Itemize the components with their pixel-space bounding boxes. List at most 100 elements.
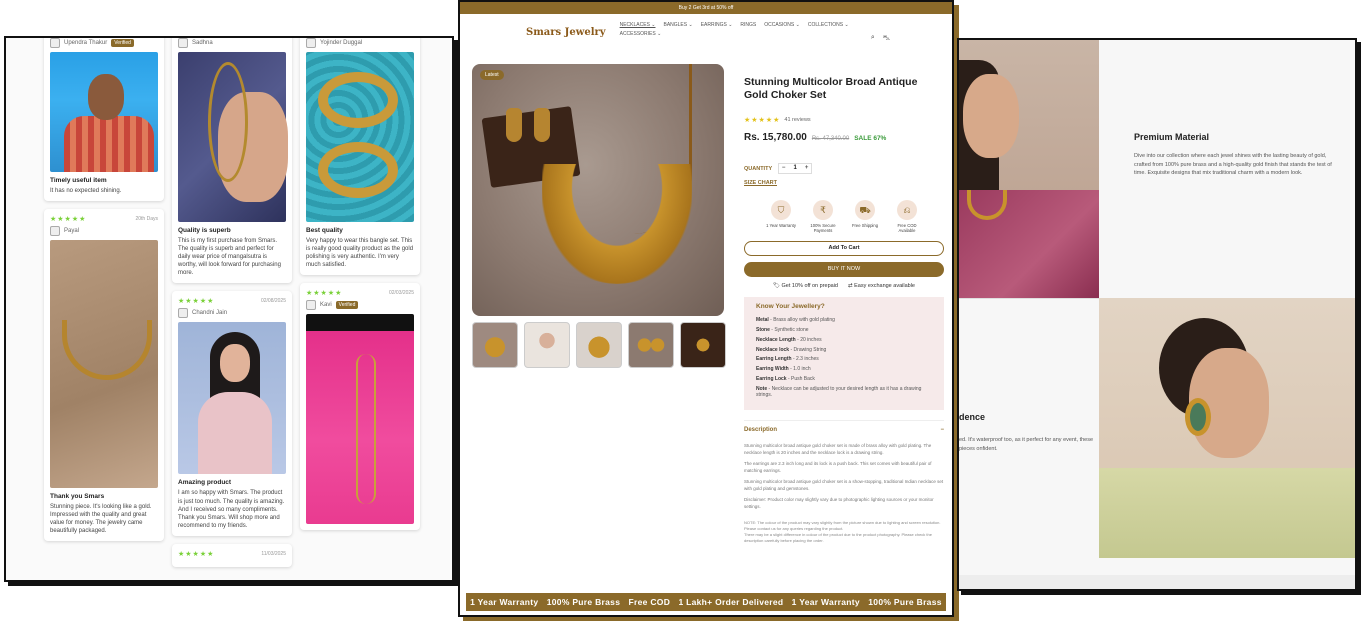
review-date: 11/03/2025 — [261, 550, 286, 557]
avatar — [50, 226, 60, 237]
announcement-bar[interactable]: Buy 2 Get 3rd at 50% off — [460, 2, 952, 14]
add-to-cart-button[interactable]: Add To Cart — [744, 241, 944, 257]
star-rating: ★★★★★ — [178, 298, 215, 306]
warranty-icon: ⛉ — [771, 200, 791, 221]
description-toggle[interactable]: Description − — [744, 420, 944, 433]
nav-item-necklaces[interactable]: NECKLACES ⌄ — [620, 22, 656, 28]
thumbnail[interactable] — [628, 322, 674, 368]
description-text: Stunning multicolor broad antique gold c… — [744, 443, 944, 509]
reviewer-name: Upendra Thakur — [64, 40, 108, 46]
review-title: Thank you Smars — [50, 493, 105, 501]
review-title: Best quality — [306, 227, 343, 234]
reviewer-name: Payal — [64, 228, 80, 235]
review-date: 20th Days — [135, 216, 158, 223]
product-main-image[interactable]: Latest — [472, 64, 724, 316]
review-column: Yojinder Duggal Best quality Very happy … — [300, 38, 420, 538]
sale-badge: SALE 67% — [854, 135, 887, 143]
trust-marquee: 1 Year Warranty 100% Pure Brass Free COD… — [466, 593, 946, 611]
model-photo-saree — [959, 40, 1099, 298]
thumbnail[interactable] — [472, 322, 518, 368]
reviewer-name: Yojinder Duggal — [320, 40, 363, 46]
section-heading: dence — [959, 412, 986, 422]
review-count-link[interactable]: 41 reviews — [784, 117, 810, 123]
shipping-icon: ⛟ — [855, 200, 875, 221]
avatar — [178, 308, 188, 319]
collapse-icon: − — [940, 427, 944, 434]
increase-button[interactable]: + — [802, 164, 811, 173]
sale-price: Rs. 15,780.00 — [744, 132, 807, 144]
size-chart-link[interactable]: SIZE CHART — [744, 180, 944, 186]
buy-now-button[interactable]: BUY IT NOW — [744, 262, 944, 278]
nav-item-bangles[interactable]: BANGLES ⌄ — [663, 22, 692, 28]
section-heading: Premium Material — [1134, 132, 1210, 142]
collage: Upendra Thakur Verified Timely useful it… — [0, 0, 1363, 621]
feature-badges: ⛉ 1 Year Warranty ₹100% Secure Payments ⛟… — [744, 200, 944, 233]
thumbnail[interactable] — [680, 322, 726, 368]
star-rating: ★★★★★ — [306, 290, 343, 298]
cod-icon: ⎌ — [897, 200, 917, 221]
review-card: Sadhna Quality is superb This is my firs… — [172, 38, 292, 284]
review-text: Stunning piece. It's looking like a gold… — [50, 504, 152, 535]
nav-item-collections[interactable]: COLLECTIONS ⌄ — [808, 22, 849, 28]
site-header: Smars Jewelry NECKLACES ⌄ BANGLES ⌄ EARR… — [460, 14, 952, 48]
review-card: ★★★★★ 11/03/2025 — [172, 543, 292, 567]
avatar — [306, 300, 316, 311]
review-text: Very happy to wear this bangle set. This… — [306, 238, 414, 269]
nav-item-rings[interactable]: RINGS — [740, 22, 756, 28]
review-column: Upendra Thakur Verified Timely useful it… — [44, 38, 164, 549]
decrease-button[interactable]: − — [779, 164, 788, 173]
quantity-label: QUANTITY — [744, 165, 773, 172]
review-photo[interactable] — [306, 52, 414, 222]
lifestyle-panel: Premium Material Dive into our collectio… — [957, 38, 1357, 591]
quantity-stepper: − 1 + — [778, 163, 813, 175]
know-your-jewellery: Know Your Jewellery? Metal - Brass alloy… — [744, 297, 944, 411]
main-nav: NECKLACES ⌄ BANGLES ⌄ EARRINGS ⌄ RINGS O… — [620, 22, 880, 37]
review-card: Upendra Thakur Verified Timely useful it… — [44, 38, 164, 202]
reviewer-name: Sadhna — [192, 40, 213, 46]
search-icon[interactable]: ⌕ — [871, 34, 875, 43]
product-title: Stunning Multicolor Broad Antique Gold C… — [744, 76, 918, 102]
review-title: Timely useful item — [50, 177, 107, 184]
reviewer-name: Kavi — [320, 302, 332, 309]
reviews-panel: Upendra Thakur Verified Timely useful it… — [4, 36, 454, 582]
model-photo-earrings — [1099, 298, 1355, 558]
review-photo[interactable] — [50, 52, 158, 172]
star-rating: ★★★★★ — [744, 117, 781, 125]
review-photo[interactable] — [178, 52, 288, 222]
verified-badge: Verified — [335, 301, 359, 310]
note-text: NOTE: The colour of the product may vary… — [744, 520, 941, 544]
review-card: ★★★★★ 02/08/2025 Chandni Jain Amazing pr… — [172, 291, 292, 536]
thumbnail[interactable] — [524, 322, 570, 368]
review-photo[interactable] — [50, 240, 158, 489]
thumbnail-strip — [472, 322, 726, 368]
review-date: 02/08/2025 — [260, 298, 286, 305]
review-text: This is my first purchase from Smars. Th… — [178, 238, 281, 277]
product-info: Stunning Multicolor Broad Antique Gold C… — [744, 76, 944, 544]
secure-payment-icon: ₹ — [813, 200, 833, 221]
product-page: Buy 2 Get 3rd at 50% off Smars Jewelry N… — [458, 0, 954, 617]
review-card: ★★★★★ 02/03/2025 Kavi Verified — [300, 283, 420, 531]
review-photo[interactable] — [306, 314, 414, 525]
review-card: ★★★★★ 20th Days Payal Thank you Smars St… — [44, 209, 164, 542]
review-photo[interactable] — [178, 322, 286, 475]
cart-icon[interactable]: ⛍ — [883, 34, 890, 43]
avatar — [178, 38, 188, 48]
section-text: ed. It's waterproof too, as it perfect f… — [959, 437, 1094, 452]
reviewer-name: Chandni Jain — [192, 310, 228, 317]
verified-badge: Verified — [111, 39, 134, 47]
prepaid-offer: 🏷 Get 10% off on prepaid — [773, 283, 838, 290]
review-title: Quality is superb — [178, 227, 231, 234]
latest-badge: Latest — [480, 70, 504, 80]
nav-item-occasions[interactable]: OCCASIONS ⌄ — [764, 22, 800, 28]
quantity-value[interactable]: 1 — [788, 164, 802, 173]
review-card: Yojinder Duggal Best quality Very happy … — [300, 38, 420, 276]
review-text: I am so happy with Smars. The product is… — [178, 490, 285, 529]
brand-logo[interactable]: Smars Jewelry — [526, 27, 606, 38]
thumbnail[interactable] — [576, 322, 622, 368]
review-column: Sadhna Quality is superb This is my firs… — [172, 38, 292, 575]
exchange-offer: ⇄ Easy exchange available — [848, 283, 915, 290]
star-rating: ★★★★★ — [178, 550, 215, 558]
review-text: It has no expected shining. — [50, 188, 122, 194]
nav-item-accessories[interactable]: ACCESSORIES ⌄ — [620, 31, 662, 37]
nav-item-earrings[interactable]: EARRINGS ⌄ — [701, 22, 733, 28]
